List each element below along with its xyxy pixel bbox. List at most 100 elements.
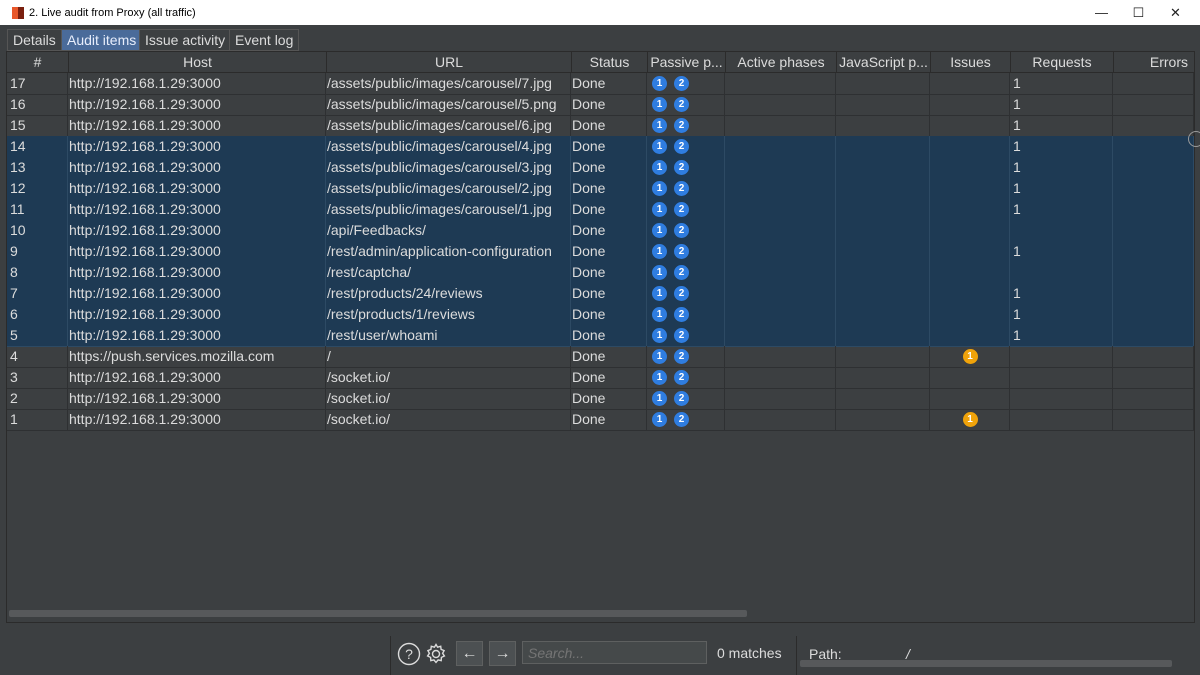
passive-phase-badge: 2 <box>674 160 689 175</box>
column-header-javascript-phases[interactable]: JavaScript p... <box>837 52 931 72</box>
cell-requests <box>1011 409 1113 430</box>
cell-number: 16 <box>7 94 68 115</box>
cell-active-phases <box>726 409 836 430</box>
table-row[interactable]: 3 http://192.168.1.29:3000/socket.io/Done… <box>7 367 1194 389</box>
cell-active-phases <box>726 388 836 409</box>
cell-status: Done <box>572 178 647 199</box>
table-row[interactable]: 5 http://192.168.1.29:3000/rest/user/whoa… <box>7 325 1194 347</box>
cell-status: Done <box>572 367 647 388</box>
search-input[interactable] <box>522 641 707 664</box>
table-row[interactable]: 1 http://192.168.1.29:3000/socket.io/Done… <box>7 409 1194 431</box>
cell-requests: 1 <box>1011 136 1113 157</box>
cell-url: /assets/public/images/carousel/7.jpg <box>327 73 571 94</box>
passive-phase-badge: 2 <box>674 286 689 301</box>
cell-status: Done <box>572 94 647 115</box>
toolbar-divider <box>796 636 797 675</box>
cell-passive-phases: 12 <box>648 409 725 430</box>
help-icon[interactable]: ? <box>396 641 422 667</box>
match-count: 0 matches <box>717 645 782 661</box>
cell-errors <box>1114 136 1194 157</box>
cell-url: /socket.io/ <box>327 388 571 409</box>
cell-javascript-phases <box>837 325 930 346</box>
cell-number: 15 <box>7 115 68 136</box>
table-row[interactable]: 8 http://192.168.1.29:3000/rest/captcha/D… <box>7 262 1194 284</box>
table-row[interactable]: 16 http://192.168.1.29:3000/assets/public… <box>7 94 1194 116</box>
cell-host: http://192.168.1.29:3000 <box>69 94 326 115</box>
cell-passive-phases: 12 <box>648 262 725 283</box>
table-row[interactable]: 11 http://192.168.1.29:3000/assets/public… <box>7 199 1194 221</box>
passive-phase-badge: 1 <box>652 307 667 322</box>
passive-phase-badge: 2 <box>674 391 689 406</box>
cell-errors <box>1114 115 1194 136</box>
passive-phase-badge: 1 <box>652 286 667 301</box>
cell-number: 14 <box>7 136 68 157</box>
column-header-passive-phases[interactable]: Passive p... <box>648 52 726 72</box>
horizontal-scrollbar[interactable] <box>9 610 747 617</box>
table-row[interactable]: 17 http://192.168.1.29:3000/assets/public… <box>7 73 1194 95</box>
cell-active-phases <box>726 136 836 157</box>
cell-requests <box>1011 367 1113 388</box>
cell-errors <box>1114 367 1194 388</box>
next-match-button[interactable]: → <box>489 641 516 666</box>
table-row[interactable]: 10 http://192.168.1.29:3000/api/Feedbacks… <box>7 220 1194 242</box>
table-row[interactable]: 12 http://192.168.1.29:3000/assets/public… <box>7 178 1194 200</box>
tab-issue-activity[interactable]: Issue activity <box>139 29 232 51</box>
previous-match-button[interactable]: ← <box>456 641 483 666</box>
table-row[interactable]: 4 https://push.services.mozilla.com / Done 1… <box>7 346 1194 368</box>
cell-requests: 1 <box>1011 241 1113 262</box>
cell-number: 10 <box>7 220 68 241</box>
passive-phase-badge: 1 <box>652 76 667 91</box>
cell-issues <box>931 115 1010 136</box>
maximize-button[interactable]: ☐ <box>1120 0 1157 25</box>
column-header-active-phases[interactable]: Active phases <box>726 52 837 72</box>
column-header-host[interactable]: Host <box>69 52 327 72</box>
cell-javascript-phases <box>837 304 930 325</box>
tab-details[interactable]: Details <box>7 29 62 51</box>
table-row[interactable]: 2 http://192.168.1.29:3000/socket.io/Done… <box>7 388 1194 410</box>
cell-url: /rest/user/whoami <box>327 325 571 346</box>
cell-active-phases <box>726 367 836 388</box>
column-header-number[interactable]: # <box>7 52 69 72</box>
cell-active-phases <box>726 73 836 94</box>
close-button[interactable]: ✕ <box>1157 0 1194 25</box>
table-row[interactable]: 13 http://192.168.1.29:3000/assets/public… <box>7 157 1194 179</box>
table-row[interactable]: 15 http://192.168.1.29:3000/assets/public… <box>7 115 1194 137</box>
cell-issues <box>931 199 1010 220</box>
column-header-url[interactable]: URL <box>327 52 572 72</box>
cell-errors <box>1114 73 1194 94</box>
cell-active-phases <box>726 199 836 220</box>
cell-passive-phases: 12 <box>648 241 725 262</box>
cell-host: http://192.168.1.29:3000 <box>69 409 326 430</box>
table-row[interactable]: 14 http://192.168.1.29:3000/assets/public… <box>7 136 1194 158</box>
cell-passive-phases: 12 <box>648 325 725 346</box>
table-row[interactable]: 7 http://192.168.1.29:3000/rest/products/… <box>7 283 1194 305</box>
cell-status: Done <box>572 325 647 346</box>
minimize-button[interactable]: — <box>1083 0 1120 25</box>
passive-phase-badge: 2 <box>674 328 689 343</box>
passive-phase-badge: 1 <box>652 244 667 259</box>
column-header-requests[interactable]: Requests <box>1011 52 1114 72</box>
cell-host: http://192.168.1.29:3000 <box>69 199 326 220</box>
column-header-errors[interactable]: Errors <box>1114 52 1194 72</box>
cell-number: 9 <box>7 241 68 262</box>
cell-number: 4 <box>7 346 68 367</box>
tab-audit-items[interactable]: Audit items <box>61 29 143 51</box>
cell-active-phases <box>726 262 836 283</box>
side-panel-handle-icon[interactable] <box>1188 131 1200 147</box>
tab-event-log[interactable]: Event log <box>229 29 300 51</box>
horizontal-scrollbar[interactable] <box>800 660 1172 667</box>
table-row[interactable]: 9 http://192.168.1.29:3000/rest/admin/app… <box>7 241 1194 263</box>
column-header-status[interactable]: Status <box>572 52 648 72</box>
cell-url: /assets/public/images/carousel/2.jpg <box>327 178 571 199</box>
cell-requests <box>1011 346 1113 367</box>
cell-errors <box>1114 304 1194 325</box>
settings-gear-icon[interactable] <box>423 641 449 667</box>
cell-issues <box>931 136 1010 157</box>
table-row[interactable]: 6 http://192.168.1.29:3000/rest/products/… <box>7 304 1194 326</box>
column-header-issues[interactable]: Issues <box>931 52 1011 72</box>
cell-javascript-phases <box>837 367 930 388</box>
cell-passive-phases: 12 <box>648 73 725 94</box>
cell-errors <box>1114 283 1194 304</box>
cell-errors <box>1114 94 1194 115</box>
cell-url: /rest/captcha/ <box>327 262 571 283</box>
